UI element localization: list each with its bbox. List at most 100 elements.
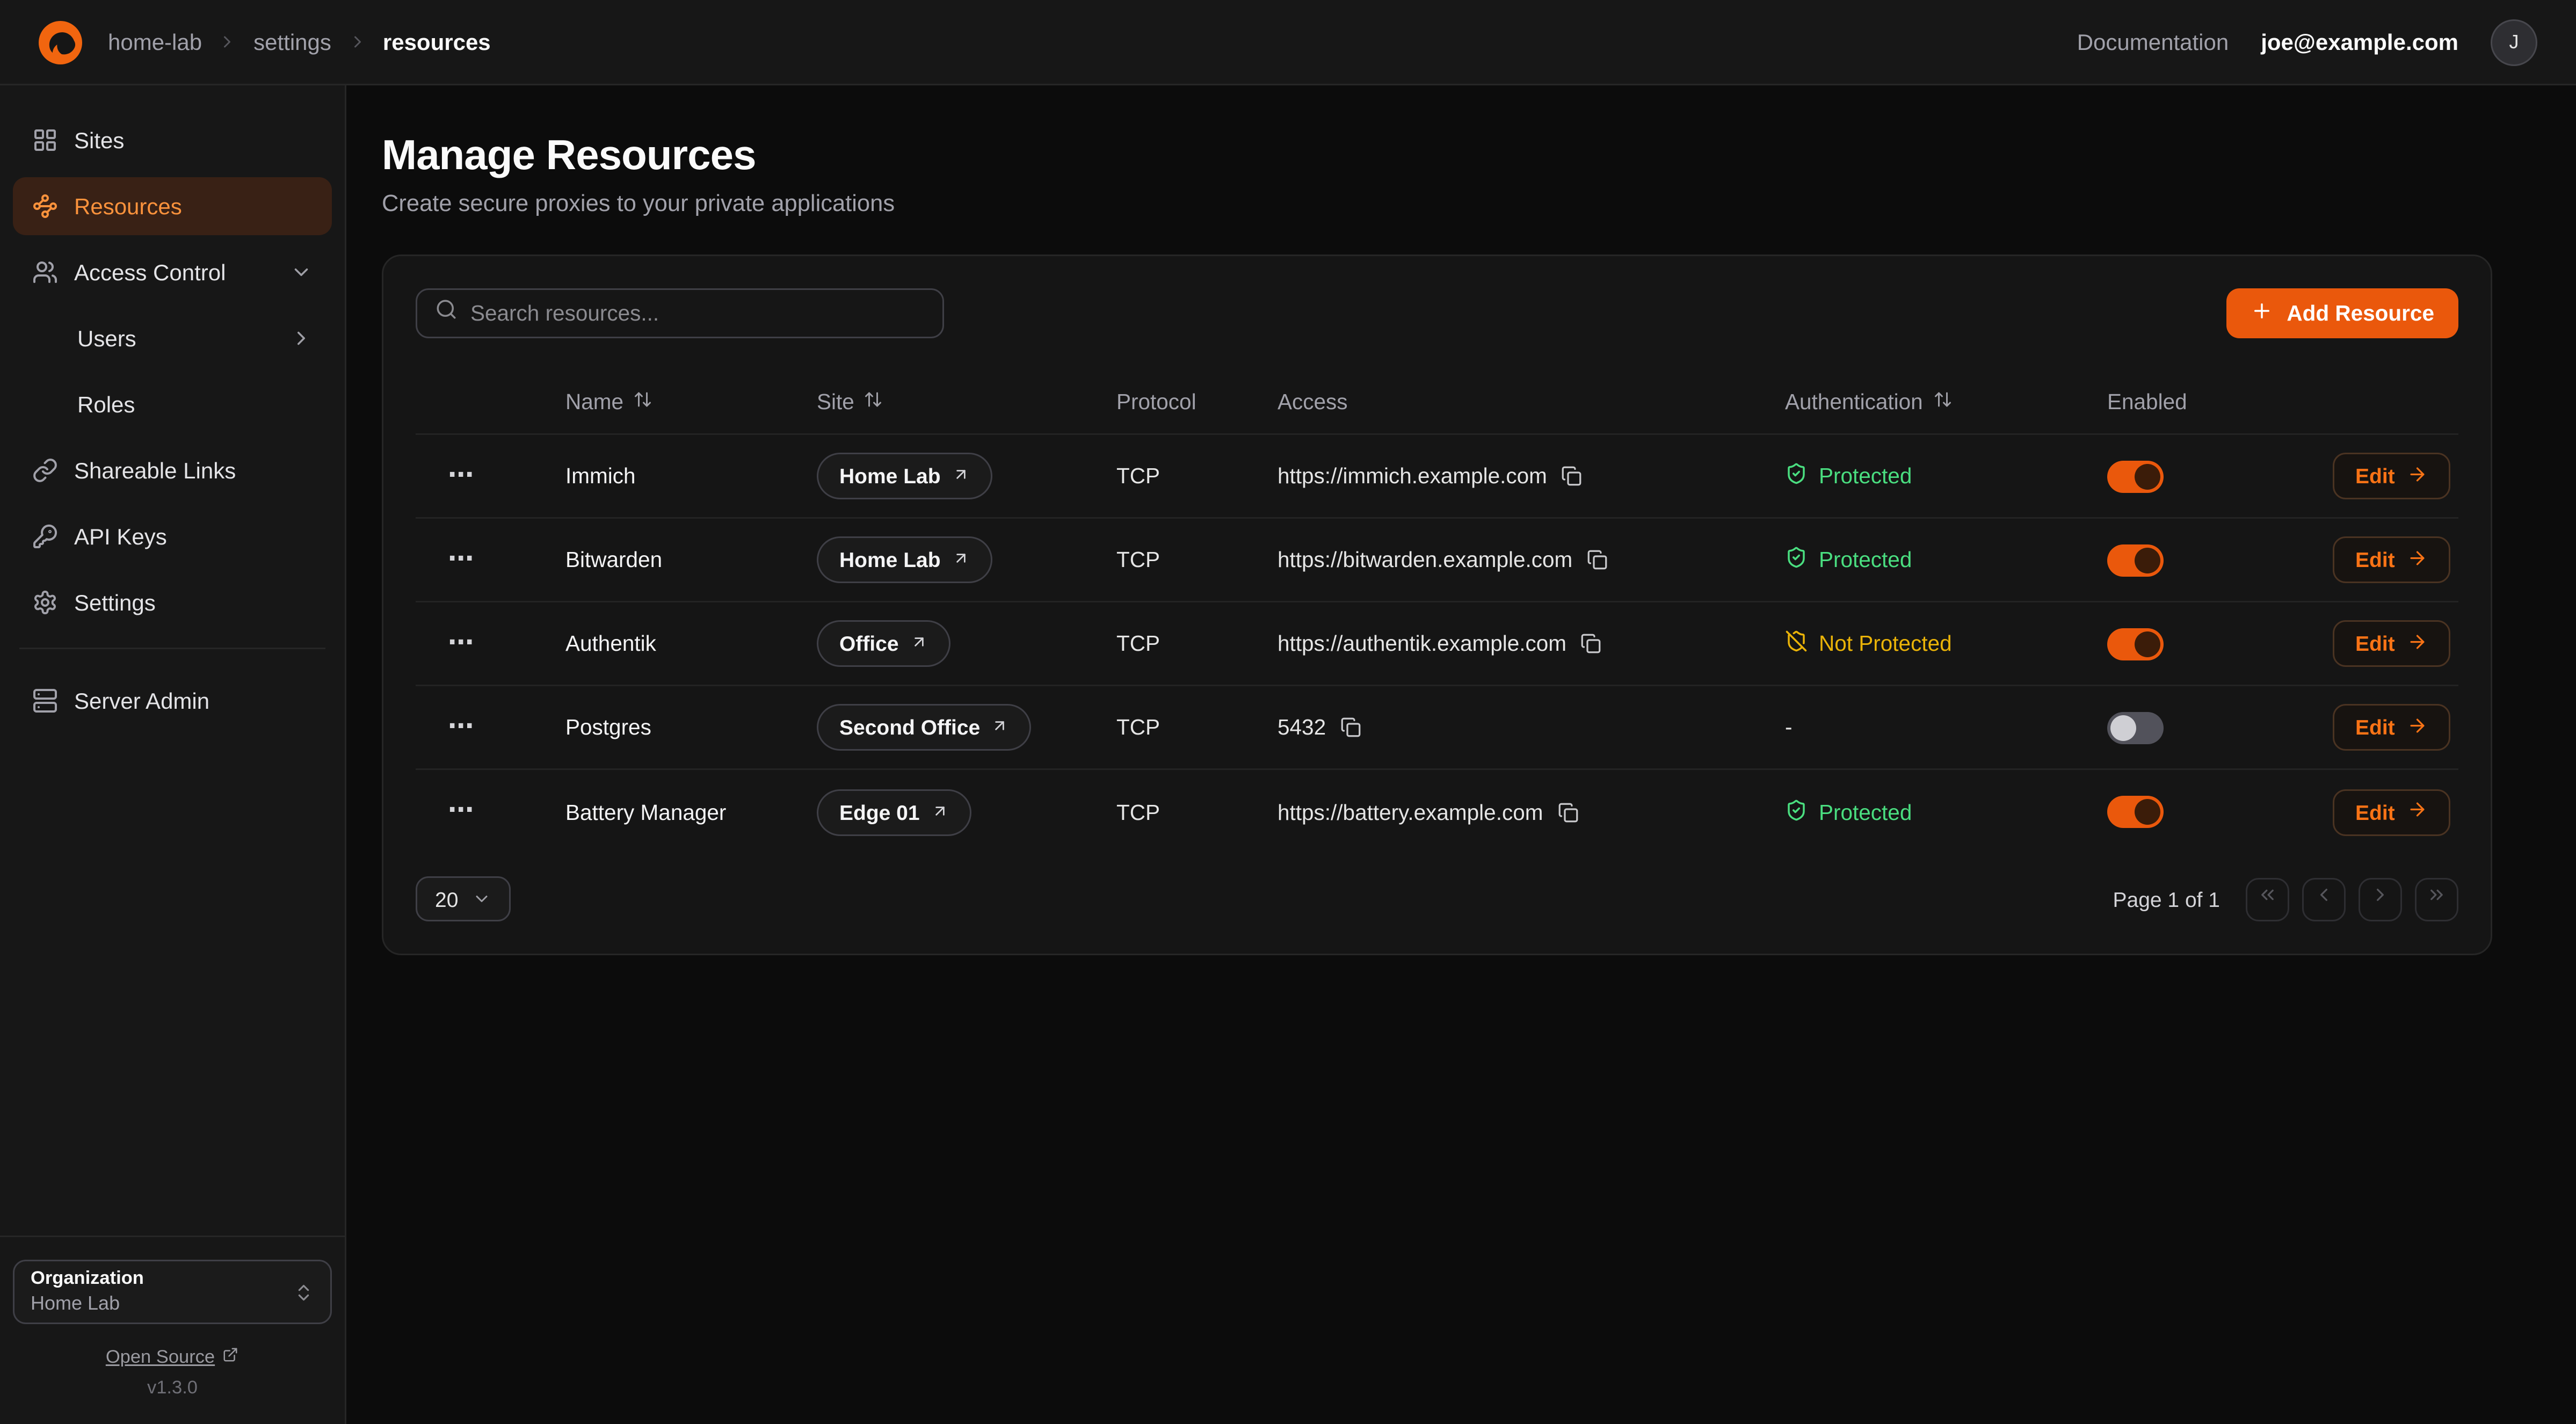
auth-status: Not Protected <box>1785 630 2107 657</box>
chevrons-right-icon <box>2426 884 2447 913</box>
chevrons-left-icon <box>2257 884 2278 913</box>
enabled-toggle[interactable] <box>2107 796 2164 828</box>
sidebar-item-label: API Keys <box>74 524 167 549</box>
protocol: TCP <box>1116 464 1278 488</box>
user-email[interactable]: joe@example.com <box>2261 29 2458 55</box>
gear-icon <box>32 590 58 615</box>
breadcrumb-resources[interactable]: resources <box>383 29 491 55</box>
row-menu-button[interactable]: ⋯ <box>448 547 474 573</box>
table-row-battery-manager: ⋯ Battery Manager Edge 01 TCP https://ba… <box>416 770 2458 854</box>
site-link[interactable]: Office <box>817 620 950 667</box>
copy-icon[interactable] <box>1581 633 1602 654</box>
sidebar-item-access-control[interactable]: Access Control <box>13 243 332 301</box>
resource-name: Bitwarden <box>565 548 817 572</box>
copy-icon[interactable] <box>1587 549 1608 570</box>
protocol: TCP <box>1116 631 1278 656</box>
arrow-right-icon <box>2406 715 2427 740</box>
chevron-left-icon <box>2313 884 2334 913</box>
sidebar-item-resources[interactable]: Resources <box>13 177 332 235</box>
previous-page-button[interactable] <box>2302 877 2346 921</box>
arrow-up-right-icon <box>991 715 1009 739</box>
sidebar-item-label: Settings <box>74 590 156 615</box>
open-source-link[interactable]: Open Source <box>13 1347 332 1368</box>
sidebar-item-label: Server Admin <box>74 688 209 714</box>
site-link[interactable]: Second Office <box>817 704 1032 751</box>
documentation-link[interactable]: Documentation <box>2077 29 2229 55</box>
row-menu-button[interactable]: ⋯ <box>448 631 474 657</box>
breadcrumb-home-lab[interactable]: home-lab <box>108 29 202 55</box>
sidebar-item-label: Roles <box>77 391 135 417</box>
sidebar-item-shareable-links[interactable]: Shareable Links <box>13 441 332 499</box>
protocol: TCP <box>1116 548 1278 572</box>
sidebar-item-roles[interactable]: Roles <box>13 375 332 433</box>
version-label: v1.3.0 <box>13 1379 332 1398</box>
sidebar-item-label: Resources <box>74 193 182 219</box>
search-input[interactable] <box>470 301 925 325</box>
plus-icon <box>2251 300 2274 327</box>
access-url: https://immich.example.com <box>1278 464 1547 488</box>
edit-button[interactable]: Edit <box>2333 453 2450 499</box>
edit-button[interactable]: Edit <box>2333 789 2450 835</box>
shield-off-icon <box>1785 630 1808 657</box>
site-link[interactable]: Home Lab <box>817 536 992 583</box>
organization-value: Home Lab <box>31 1292 120 1314</box>
search-box <box>416 288 944 338</box>
enabled-toggle[interactable] <box>2107 628 2164 660</box>
row-menu-button[interactable]: ⋯ <box>448 715 474 740</box>
row-menu-button[interactable]: ⋯ <box>448 799 474 825</box>
page-subtitle: Create secure proxies to your private ap… <box>382 192 2492 217</box>
sidebar-nav: Sites Resources Access Control Users Rol… <box>0 85 345 1236</box>
page-size-select[interactable]: 20 <box>416 876 511 921</box>
enabled-toggle[interactable] <box>2107 544 2164 576</box>
avatar-initial: J <box>2509 31 2519 53</box>
sort-icon <box>1933 390 1952 414</box>
sidebar-item-settings[interactable]: Settings <box>13 573 332 631</box>
external-link-icon <box>223 1347 239 1368</box>
chevron-right-icon <box>218 32 237 52</box>
enabled-toggle[interactable] <box>2107 711 2164 744</box>
edit-button[interactable]: Edit <box>2333 536 2450 583</box>
page-title: Manage Resources <box>382 130 2492 180</box>
header-site[interactable]: Site <box>817 390 1116 414</box>
header-enabled: Enabled <box>2107 390 2333 414</box>
next-page-button[interactable] <box>2359 877 2402 921</box>
last-page-button[interactable] <box>2415 877 2458 921</box>
users-icon <box>32 259 58 285</box>
header-name[interactable]: Name <box>565 390 817 414</box>
topbar: home-lab settings resources Documentatio… <box>0 0 2576 85</box>
auth-status: Protected <box>1785 546 2107 573</box>
add-resource-button[interactable]: Add Resource <box>2227 288 2458 338</box>
breadcrumb-settings[interactable]: settings <box>253 29 331 55</box>
site-link[interactable]: Edge 01 <box>817 789 971 835</box>
sidebar-item-sites[interactable]: Sites <box>13 111 332 169</box>
edit-button[interactable]: Edit <box>2333 704 2450 751</box>
sidebar-item-api-keys[interactable]: API Keys <box>13 507 332 565</box>
page-size-value: 20 <box>435 887 458 911</box>
row-menu-button[interactable]: ⋯ <box>448 463 474 489</box>
table-footer: 20 Page 1 of 1 <box>416 876 2458 921</box>
site-link[interactable]: Home Lab <box>817 453 992 499</box>
header-authentication[interactable]: Authentication <box>1785 390 2107 414</box>
copy-icon[interactable] <box>1557 802 1578 823</box>
app-logo-icon[interactable] <box>39 20 82 64</box>
table-header: Name Site Protocol Access Authentication <box>416 370 2458 435</box>
server-icon <box>32 688 58 714</box>
sidebar-item-label: Users <box>77 325 136 351</box>
enabled-toggle[interactable] <box>2107 460 2164 492</box>
grid-icon <box>32 127 58 153</box>
avatar[interactable]: J <box>2491 19 2537 66</box>
link-icon <box>32 457 58 483</box>
chevron-down-icon <box>473 889 492 909</box>
copy-icon[interactable] <box>1562 466 1583 486</box>
copy-icon[interactable] <box>1340 717 1361 738</box>
auth-status: - <box>1785 715 2107 739</box>
organization-select[interactable]: Organization Home Lab <box>13 1260 332 1324</box>
sidebar-item-users[interactable]: Users <box>13 309 332 367</box>
resources-table: Name Site Protocol Access Authentication <box>416 370 2458 854</box>
sort-icon <box>864 390 883 414</box>
sidebar-item-server-admin[interactable]: Server Admin <box>13 672 332 730</box>
edit-button[interactable]: Edit <box>2333 620 2450 667</box>
arrow-right-icon <box>2406 631 2427 657</box>
first-page-button[interactable] <box>2246 877 2289 921</box>
table-row-authentik: ⋯ Authentik Office TCP https://authentik… <box>416 602 2458 686</box>
